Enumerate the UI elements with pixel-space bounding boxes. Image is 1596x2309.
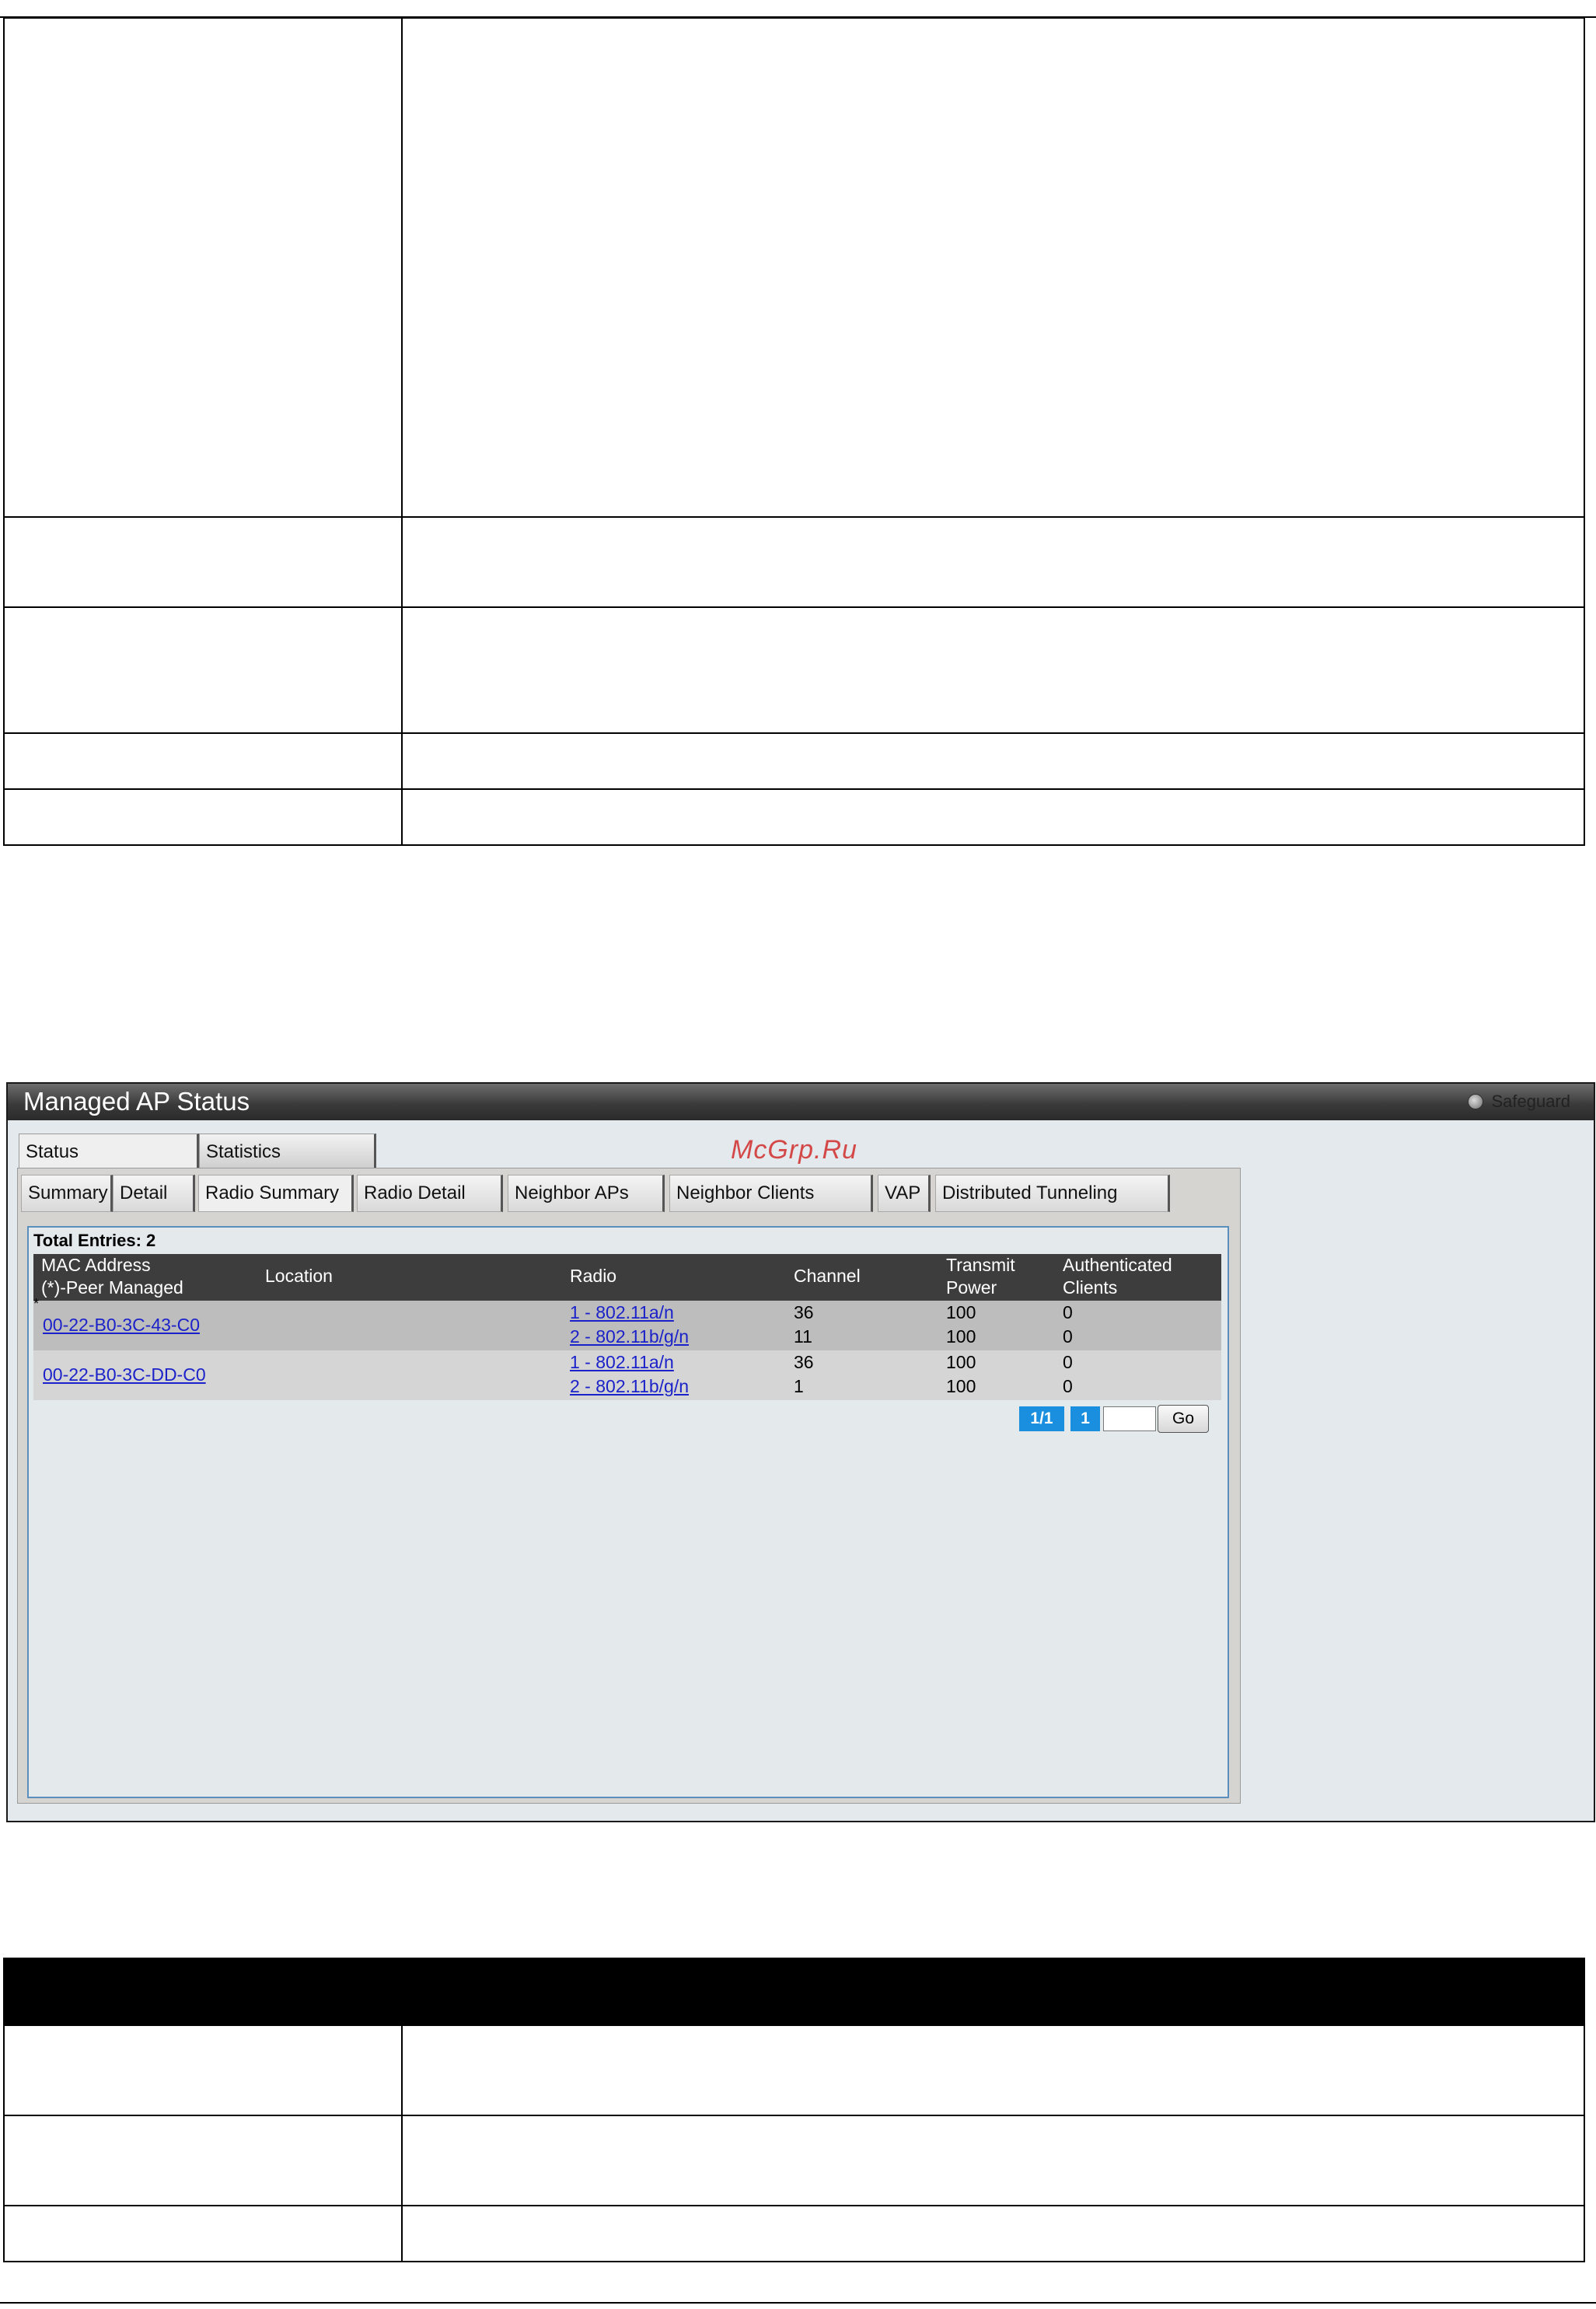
page-bottom-rule: [0, 2302, 1596, 2304]
header-channel: Channel: [794, 1266, 861, 1286]
channel-value: 11: [794, 1326, 812, 1347]
tab-label: Status: [26, 1141, 79, 1162]
radio-summary-panel: Total Entries: 2 MAC Address (*)-Peer Ma…: [27, 1226, 1229, 1798]
table-row: [5, 732, 1584, 788]
clients-value: 0: [1063, 1376, 1073, 1396]
subtab-detail[interactable]: Detail: [113, 1175, 195, 1212]
radio-link[interactable]: 2 - 802.11b/g/n: [570, 1375, 689, 1399]
power-value: 100: [946, 1326, 976, 1347]
table-row: [5, 2024, 1584, 2116]
subtab-neighbor-clients[interactable]: Neighbor Clients: [669, 1175, 873, 1212]
subtab-label: Neighbor APs: [515, 1182, 629, 1203]
clients-value: 0: [1063, 1326, 1073, 1347]
parameter-table-top: [3, 17, 1585, 846]
subtab-label: Summary: [28, 1182, 108, 1203]
header-clients: Clients: [1063, 1277, 1118, 1298]
tab-status[interactable]: Status: [19, 1134, 199, 1169]
parameter-table-bottom: [3, 1958, 1585, 2262]
watermark-text: McGrp.Ru: [731, 1135, 857, 1165]
radio-link[interactable]: 2 - 802.11b/g/n: [570, 1325, 689, 1349]
subtab-label: Detail: [120, 1182, 168, 1203]
table-row: [5, 19, 1584, 516]
subtab-label: VAP: [885, 1182, 921, 1203]
channel-value: 1: [794, 1376, 804, 1396]
mac-link[interactable]: 00-22-B0-3C-DD-C0: [43, 1363, 206, 1387]
safeguard-label: Safeguard: [1491, 1092, 1570, 1111]
pagination: 1/1 1 Go: [29, 1405, 1231, 1433]
page-of-indicator: 1/1: [1019, 1406, 1064, 1431]
go-button[interactable]: Go: [1158, 1405, 1209, 1433]
channel-value: 36: [794, 1302, 814, 1322]
table-row: [5, 606, 1584, 734]
window-title-bar: Managed AP Status Safeguard: [8, 1084, 1594, 1120]
table-header: MAC Address (*)-Peer Managed Location Ra…: [33, 1254, 1221, 1301]
subtab-summary[interactable]: Summary: [21, 1175, 113, 1212]
tab-statistics[interactable]: Statistics: [199, 1134, 376, 1169]
table-row: * 00-22-B0-3C-43-C0 1 - 802.11a/n 2 - 80…: [33, 1296, 1221, 1350]
power-value: 100: [946, 1352, 976, 1372]
radio-link[interactable]: 1 - 802.11a/n: [570, 1301, 674, 1325]
subtab-distributed-tunneling[interactable]: Distributed Tunneling: [935, 1175, 1170, 1212]
mac-link[interactable]: 00-22-B0-3C-43-C0: [43, 1313, 200, 1337]
managed-ap-status-window: Managed AP Status Safeguard McGrp.Ru Sta…: [6, 1082, 1595, 1822]
header-mac-address: MAC Address: [41, 1255, 151, 1275]
subtab-label: Distributed Tunneling: [942, 1182, 1118, 1203]
page-number-button[interactable]: 1: [1070, 1406, 1100, 1431]
subtab-radio-summary[interactable]: Radio Summary: [198, 1175, 354, 1212]
total-entries: Total Entries: 2: [33, 1231, 156, 1250]
peer-managed-marker: *: [33, 1296, 40, 1312]
channel-value: 36: [794, 1352, 814, 1372]
table-row: 00-22-B0-3C-DD-C0 1 - 802.11a/n 2 - 802.…: [33, 1350, 1221, 1400]
subtab-label: Radio Detail: [364, 1182, 466, 1203]
subtab-vap[interactable]: VAP: [878, 1175, 931, 1212]
power-value: 100: [946, 1302, 976, 1322]
header-peer-managed: (*)-Peer Managed: [41, 1277, 183, 1298]
subtab-label: Neighbor Clients: [676, 1182, 815, 1203]
safeguard-icon: [1468, 1094, 1484, 1109]
subtab-neighbor-aps[interactable]: Neighbor APs: [508, 1175, 665, 1212]
clients-value: 0: [1063, 1302, 1073, 1322]
table-row: [5, 2205, 1584, 2262]
header-radio: Radio: [570, 1266, 617, 1286]
header-power: Power: [946, 1277, 997, 1298]
subtab-radio-detail[interactable]: Radio Detail: [357, 1175, 503, 1212]
tab-label: Statistics: [206, 1141, 281, 1162]
header-transmit: Transmit: [946, 1255, 1015, 1275]
header-location: Location: [265, 1266, 333, 1286]
table-row: [5, 2115, 1584, 2206]
safeguard-indicator[interactable]: Safeguard: [1468, 1092, 1570, 1112]
table-row: [5, 788, 1584, 846]
table-row: [5, 516, 1584, 608]
radio-link[interactable]: 1 - 802.11a/n: [570, 1350, 674, 1375]
power-value: 100: [946, 1376, 976, 1396]
window-title: Managed AP Status: [23, 1087, 250, 1116]
clients-value: 0: [1063, 1352, 1073, 1372]
header-authenticated: Authenticated: [1063, 1255, 1172, 1275]
status-content-frame: Summary Detail Radio Summary Radio Detai…: [17, 1168, 1241, 1804]
subtab-label: Radio Summary: [205, 1182, 340, 1203]
page-input[interactable]: [1103, 1406, 1156, 1431]
table-header-band: [5, 1959, 1584, 2024]
